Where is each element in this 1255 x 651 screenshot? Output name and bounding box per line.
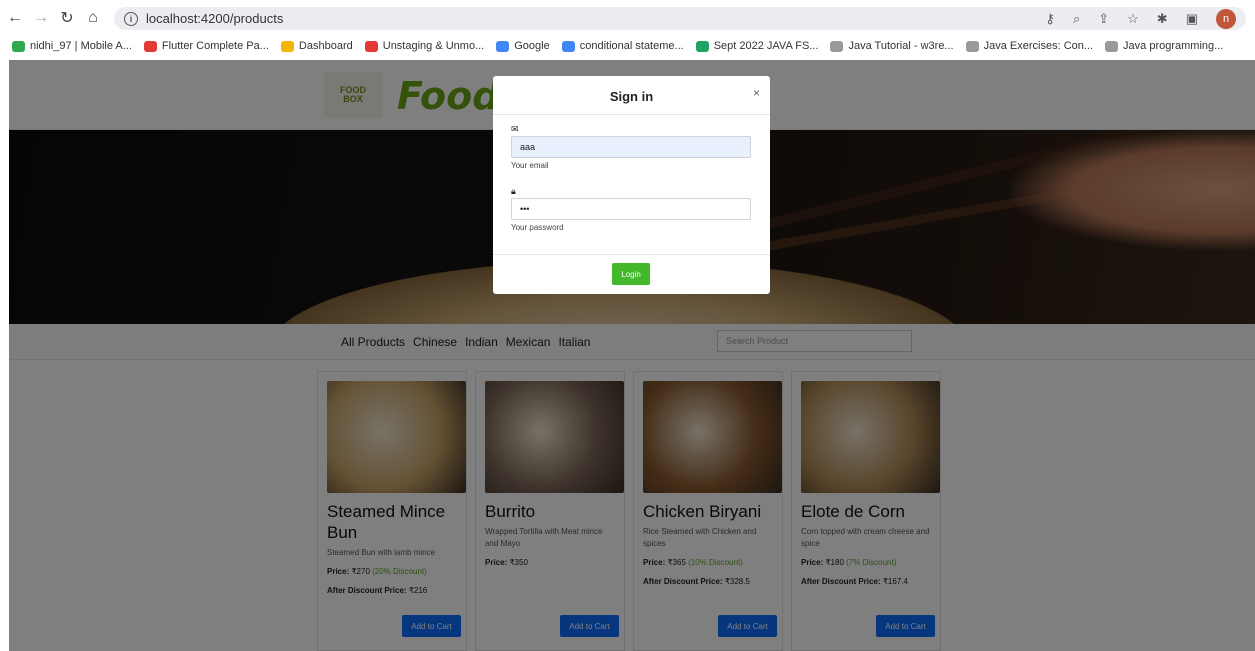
bookmark-favicon-icon [280, 40, 294, 52]
bookmark-label: Flutter Complete Pa... [161, 40, 269, 52]
email-hint: Your email [511, 161, 549, 170]
reload-icon[interactable]: ↻ [56, 7, 78, 29]
password-field[interactable] [511, 198, 751, 220]
bookmark-item[interactable]: Java Tutorial - w3re... [830, 40, 954, 52]
password-group: 🔒︎ Your password [511, 186, 751, 232]
bookmark-item[interactable]: Java Exercises: Con... [965, 40, 1094, 52]
email-group: ✉ Your email [511, 124, 751, 170]
bookmark-favicon-icon [965, 40, 979, 52]
lock-icon: 🔒︎ [511, 186, 516, 196]
bookmark-label: nidhi_97 | Mobile A... [30, 40, 132, 52]
bookmark-favicon-icon [364, 40, 378, 52]
bookmark-label: Unstaging & Unmo... [382, 40, 485, 52]
back-icon[interactable]: ← [4, 7, 26, 29]
password-hint: Your password [511, 223, 564, 232]
bookmark-label: Google [514, 40, 550, 52]
bookmark-label: Java Exercises: Con... [983, 40, 1094, 52]
bookmark-favicon-icon [496, 40, 510, 52]
share-icon[interactable]: ⇪ [1098, 11, 1109, 27]
login-button[interactable]: Login [612, 263, 650, 285]
bookmark-star-icon[interactable]: ☆ [1127, 11, 1139, 27]
bookmark-label: Dashboard [298, 40, 353, 52]
home-icon[interactable]: ⌂ [82, 7, 104, 29]
sidepanel-icon[interactable]: ▣ [1186, 11, 1198, 27]
bookmark-favicon-icon [143, 40, 157, 52]
browser-toolbar: ← → ↻ ⌂ i localhost:4200/products ⚷ ⌕ ⇪ … [0, 0, 1255, 36]
bookmark-favicon-icon [830, 40, 844, 52]
bookmark-label: conditional stateme... [579, 40, 684, 52]
bookmark-favicon-icon [1105, 40, 1119, 52]
url-text: localhost:4200/products [146, 11, 284, 26]
modal-footer: Login [493, 254, 770, 294]
bookmark-favicon-icon [12, 40, 25, 52]
bookmark-item[interactable]: Google [496, 40, 550, 52]
signin-modal: Sign in × ✉ Your email 🔒︎ Your password … [493, 76, 770, 294]
profile-avatar[interactable]: n [1216, 8, 1236, 29]
bookmark-label: Java Tutorial - w3re... [848, 40, 954, 52]
bookmark-favicon-icon [561, 40, 575, 52]
zoom-icon[interactable]: ⌕ [1073, 11, 1080, 27]
close-icon[interactable]: × [753, 86, 760, 100]
bookmark-label: Java programming... [1123, 40, 1224, 52]
bookmarks-bar: nidhi_97 | Mobile A... Flutter Complete P… [0, 36, 1255, 56]
bookmark-label: Sept 2022 JAVA FS... [713, 40, 819, 52]
bookmark-item[interactable]: Flutter Complete Pa... [143, 40, 269, 52]
modal-title: Sign in [609, 89, 654, 104]
forward-icon[interactable]: → [30, 7, 52, 29]
address-bar-actions: ⚷ ⌕ ⇪ ☆ ✱ ▣ n [1045, 7, 1236, 30]
bookmark-favicon-icon [695, 40, 709, 52]
site-info-icon[interactable]: i [124, 11, 138, 26]
bookmark-item[interactable]: Dashboard [280, 40, 353, 52]
bookmark-item[interactable]: Unstaging & Unmo... [364, 40, 485, 52]
envelope-icon: ✉ [511, 124, 519, 134]
address-bar[interactable]: i localhost:4200/products ⚷ ⌕ ⇪ ☆ ✱ ▣ n [114, 7, 1246, 30]
bookmark-item[interactable]: nidhi_97 | Mobile A... [12, 40, 132, 52]
modal-header: Sign in × [493, 76, 770, 115]
email-field[interactable] [511, 136, 751, 158]
bookmark-item[interactable]: Sept 2022 JAVA FS... [695, 40, 819, 52]
extensions-icon[interactable]: ✱ [1157, 11, 1168, 27]
key-icon[interactable]: ⚷ [1045, 11, 1055, 27]
bookmark-item[interactable]: Java programming... [1105, 40, 1223, 52]
bookmark-item[interactable]: conditional stateme... [561, 40, 684, 52]
